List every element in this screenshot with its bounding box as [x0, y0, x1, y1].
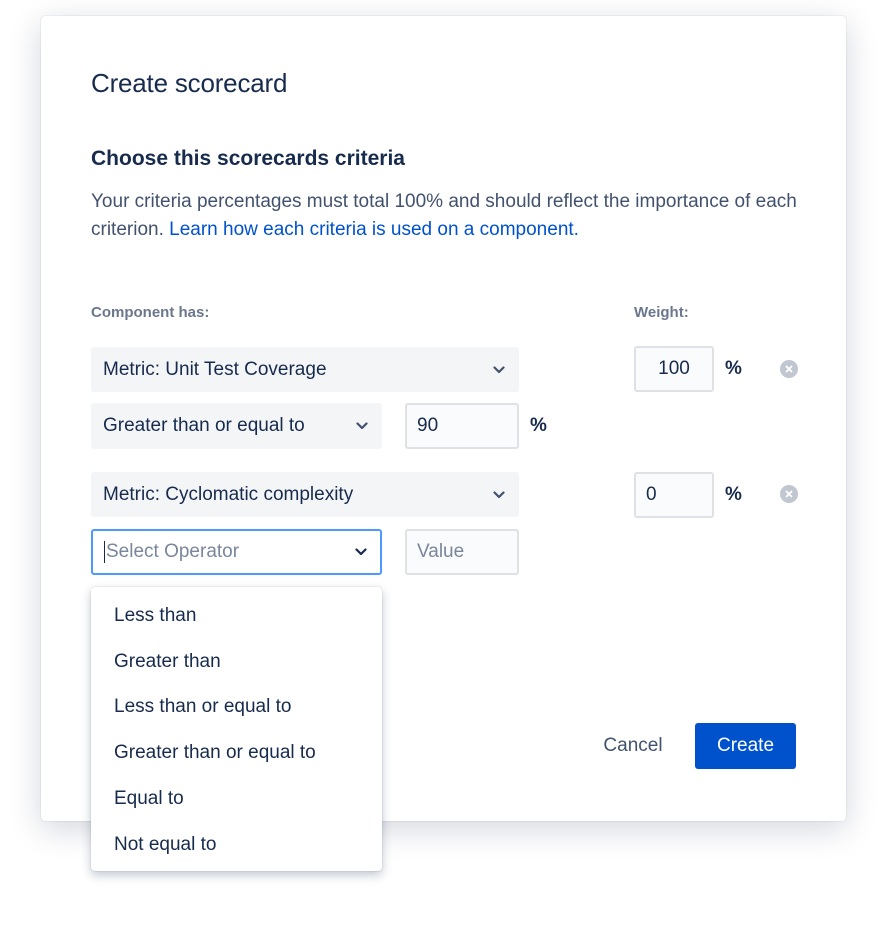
- operator-select-1[interactable]: Greater than or equal to: [91, 403, 382, 449]
- modal-title: Create scorecard: [91, 68, 288, 98]
- menu-item-less-than-or-equal[interactable]: Less than or equal to: [91, 685, 382, 731]
- close-icon: [785, 365, 793, 373]
- criteria-description: Your criteria percentages must total 100…: [91, 188, 821, 244]
- weight-input-2[interactable]: 0: [634, 472, 714, 518]
- value-input-2[interactable]: Value: [405, 529, 519, 575]
- section-title: Choose this scorecards criteria: [91, 147, 405, 170]
- value-input-1[interactable]: 90: [405, 403, 519, 449]
- operator-select-2-field: Select Operator: [104, 540, 353, 563]
- menu-item-greater-than-or-equal[interactable]: Greater than or equal to: [91, 730, 382, 776]
- text-caret: [104, 540, 105, 563]
- operator-select-2-placeholder: Select Operator: [106, 541, 240, 562]
- weight-input-1[interactable]: 100: [634, 346, 714, 392]
- chevron-down-icon: [353, 544, 369, 560]
- learn-more-link[interactable]: Learn how each criteria is used on a com…: [169, 219, 579, 240]
- operator-select-2[interactable]: Select Operator: [91, 529, 382, 575]
- menu-item-not-equal-to[interactable]: Not equal to: [91, 822, 382, 868]
- chevron-down-icon: [491, 487, 507, 503]
- operator-dropdown-menu: Less than Greater than Less than or equa…: [91, 587, 382, 871]
- metric-select-2[interactable]: Metric: Cyclomatic complexity: [91, 472, 519, 517]
- menu-item-equal-to[interactable]: Equal to: [91, 776, 382, 822]
- create-button[interactable]: Create: [695, 723, 796, 769]
- menu-item-less-than[interactable]: Less than: [91, 593, 382, 639]
- remove-criterion-2-button[interactable]: [780, 485, 798, 503]
- weight-label: Weight:: [634, 304, 689, 321]
- close-icon: [785, 490, 793, 498]
- metric-select-2-value: Metric: Cyclomatic complexity: [103, 483, 354, 505]
- weight-unit-1: %: [725, 358, 742, 379]
- chevron-down-icon: [354, 418, 370, 434]
- operator-select-1-value: Greater than or equal to: [103, 415, 305, 436]
- value-unit-1: %: [530, 415, 547, 436]
- menu-item-greater-than[interactable]: Greater than: [91, 639, 382, 685]
- metric-select-1-value: Metric: Unit Test Coverage: [103, 358, 327, 380]
- weight-unit-2: %: [725, 484, 742, 505]
- metric-select-1[interactable]: Metric: Unit Test Coverage: [91, 347, 519, 392]
- remove-criterion-1-button[interactable]: [780, 360, 798, 378]
- chevron-down-icon: [491, 362, 507, 378]
- cancel-button[interactable]: Cancel: [599, 723, 667, 769]
- component-has-label: Component has:: [91, 304, 210, 321]
